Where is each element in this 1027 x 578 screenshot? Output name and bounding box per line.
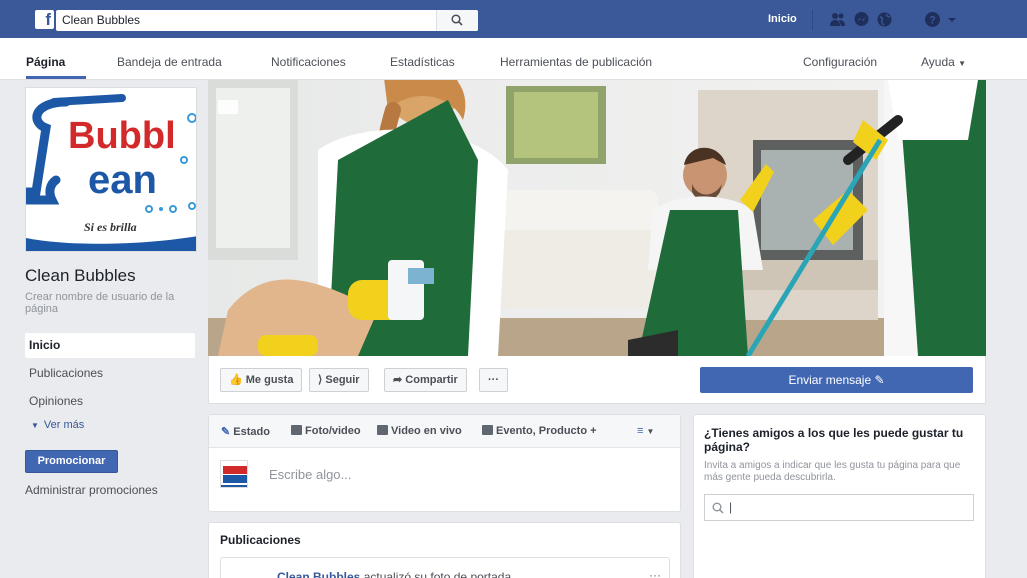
share-button[interactable]: ➦ Compartir — [384, 368, 467, 392]
post-action: actualizó su foto de portada. — [363, 570, 515, 578]
divider — [812, 10, 813, 30]
follow-label: Seguir — [325, 374, 360, 386]
composer-tab-photo[interactable]: Foto/video — [291, 425, 361, 437]
event-icon — [482, 425, 493, 435]
sidebar-item-reviews[interactable]: Opiniones — [25, 389, 195, 414]
logo-text-bubbles: Bubbl — [68, 115, 176, 157]
active-tab-indicator — [26, 76, 86, 79]
help-menu[interactable]: Ayuda ▼ — [921, 55, 966, 69]
composer-tabs: ✎ Estado Foto/video Video en vivo Evento… — [209, 415, 680, 448]
sidebar-item-home[interactable]: Inicio — [25, 333, 195, 358]
help-icon[interactable]: ? — [924, 11, 941, 28]
post-header: Clean Bubbles actualizó su foto de porta… — [277, 570, 514, 578]
svg-text:?: ? — [929, 15, 936, 27]
photo-icon — [291, 425, 302, 435]
tab-page[interactable]: Página — [26, 55, 65, 69]
brand-logo-icon — [221, 461, 247, 487]
composer-tab-status[interactable]: ✎ Estado — [221, 425, 270, 438]
search-icon — [712, 502, 724, 514]
follow-button[interactable]: ⟩ Seguir — [309, 368, 369, 392]
invite-search-box[interactable] — [704, 494, 974, 521]
tab-publishing-tools[interactable]: Herramientas de publicación — [500, 55, 652, 69]
post-options-button[interactable]: ··· — [649, 568, 661, 578]
help-label: Ayuda — [921, 55, 955, 69]
section-title: Publicaciones — [220, 533, 301, 547]
composer-tab-event[interactable]: Evento, Producto + — [482, 425, 597, 437]
invite-title: ¿Tienes amigos a los que les puede gusta… — [704, 426, 964, 454]
page-profile-picture[interactable]: Bubbl ean Si es brilla — [25, 87, 197, 252]
logo-slogan: Si es brilla — [84, 220, 137, 234]
composer-tab-more[interactable]: ≡ ▼ — [637, 425, 654, 437]
more-options-button[interactable]: ··· — [479, 368, 508, 392]
create-username-link[interactable]: Crear nombre de usuario de la página — [25, 291, 195, 315]
invite-friends-panel: ¿Tienes amigos a los que les puede gusta… — [693, 414, 986, 578]
messenger-icon[interactable] — [853, 11, 870, 28]
manage-promotions-link[interactable]: Administrar promociones — [25, 483, 158, 497]
top-navigation-bar: f Inicio ? — [0, 0, 1027, 38]
like-button[interactable]: 👍 Me gusta — [220, 368, 303, 392]
search-button[interactable] — [436, 10, 478, 31]
search-input[interactable] — [62, 13, 432, 27]
live-video-icon — [377, 425, 388, 435]
list-item[interactable]: Clean Bubbles actualizó su foto de porta… — [220, 557, 670, 578]
post-author-link[interactable]: Clean Bubbles — [277, 570, 360, 578]
invite-description: Invita a amigos a indicar que les gusta … — [704, 460, 961, 483]
rss-icon: ⟩ — [318, 374, 323, 386]
like-label: Me gusta — [245, 374, 294, 386]
sidebar-item-posts[interactable]: Publicaciones — [25, 361, 195, 386]
brand-logo-icon: Bubbl ean Si es brilla — [26, 88, 196, 251]
send-message-button[interactable]: Enviar mensaje ✎ — [700, 367, 973, 393]
composer-tab-label: Evento, Producto + — [496, 425, 597, 437]
page-navigation: Página Bandeja de entrada Notificaciones… — [0, 38, 1027, 80]
see-more-link[interactable]: ▼ Ver más — [31, 419, 84, 431]
share-label: Compartir — [405, 374, 458, 386]
facebook-logo[interactable]: f — [35, 10, 54, 29]
post-composer: ✎ Estado Foto/video Video en vivo Evento… — [208, 414, 681, 512]
promote-button[interactable]: Promocionar — [25, 450, 118, 473]
see-more-label: Ver más — [43, 419, 85, 431]
tab-settings[interactable]: Configuración — [803, 55, 877, 69]
search-icon — [451, 14, 463, 26]
search-box[interactable] — [56, 10, 478, 31]
caret-down-icon: ▼ — [31, 421, 39, 430]
tab-inbox[interactable]: Bandeja de entrada — [117, 55, 222, 69]
sort-icon: ≡ — [637, 425, 644, 437]
publications-section: Publicaciones Clean Bubbles actualizó su… — [208, 522, 681, 578]
thumbs-up-icon: 👍 — [229, 374, 243, 386]
tab-insights[interactable]: Estadísticas — [390, 55, 455, 69]
share-arrow-icon: ➦ — [393, 374, 403, 386]
send-message-label: Enviar mensaje — [788, 373, 872, 387]
composer-tab-label: Estado — [233, 426, 270, 438]
composer-tab-label: Video en vivo — [391, 425, 462, 437]
composer-input[interactable]: Escribe algo... — [269, 467, 351, 482]
globe-icon[interactable] — [876, 11, 893, 28]
composer-tab-label: Foto/video — [305, 425, 361, 437]
composer-tab-live-video[interactable]: Video en vivo — [377, 425, 462, 437]
avatar — [220, 460, 248, 488]
dropdown-icon[interactable] — [947, 11, 957, 28]
caret-down-icon: ▼ — [646, 427, 655, 436]
cover-photo[interactable] — [208, 80, 986, 356]
tab-notifications[interactable]: Notificaciones — [271, 55, 346, 69]
logo-text-clean: ean — [88, 158, 157, 202]
pencil-icon: ✎ — [874, 373, 885, 387]
page-title[interactable]: Clean Bubbles — [25, 266, 136, 286]
friends-icon[interactable] — [829, 11, 846, 28]
caret-down-icon: ▼ — [958, 59, 967, 68]
pencil-icon: ✎ — [221, 426, 231, 438]
cover-photo-image — [208, 80, 986, 356]
home-link[interactable]: Inicio — [768, 13, 797, 25]
invite-search-input[interactable] — [729, 500, 959, 514]
